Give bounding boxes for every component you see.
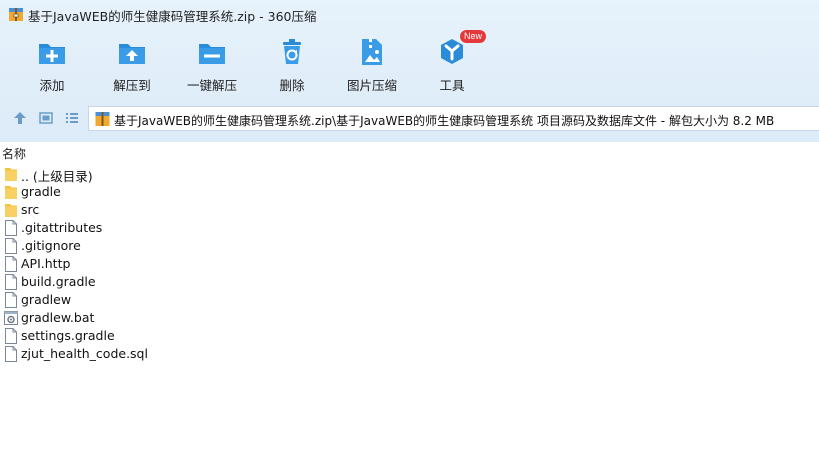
file-list-item[interactable]: gradle: [0, 183, 819, 201]
file-icon: [4, 328, 18, 344]
one-click-extract-icon: [196, 36, 228, 68]
file-list-item[interactable]: settings.gradle: [0, 327, 819, 345]
folder-icon: [4, 184, 18, 200]
tools-button[interactable]: New 工具: [412, 30, 492, 94]
folder-icon: [4, 166, 18, 182]
tools-label: 工具: [439, 78, 465, 93]
file-name: settings.gradle: [21, 328, 115, 343]
file-icon: [4, 346, 18, 362]
up-arrow-icon[interactable]: [12, 110, 28, 126]
file-list-item[interactable]: src: [0, 201, 819, 219]
extract-to-icon: [116, 36, 148, 68]
one-click-extract-button[interactable]: 一键解压: [172, 30, 252, 94]
list-view-icon[interactable]: [64, 110, 80, 126]
file-name: gradlew: [21, 292, 72, 307]
column-name-label: 名称: [2, 147, 27, 161]
file-name: gradle: [21, 184, 61, 199]
file-list-item[interactable]: build.gradle: [0, 273, 819, 291]
address-field[interactable]: 基于JavaWEB的师生健康码管理系统.zip\基于JavaWEB的师生健康码管…: [88, 106, 819, 131]
top-panel: 基于JavaWEB的师生健康码管理系统.zip - 360压缩 添加 解压到 一…: [0, 0, 819, 142]
add-icon: [36, 36, 68, 68]
window-title: 基于JavaWEB的师生健康码管理系统.zip - 360压缩: [28, 9, 317, 24]
extract-to-button[interactable]: 解压到: [92, 30, 172, 94]
file-list-item[interactable]: API.http: [0, 255, 819, 273]
file-list-item[interactable]: zjut_health_code.sql: [0, 345, 819, 363]
file-name: .gitattributes: [21, 220, 103, 235]
file-list-item[interactable]: gradlew: [0, 291, 819, 309]
file-name: gradlew.bat: [21, 310, 95, 325]
batch-file-icon: [4, 310, 18, 326]
file-icon: [4, 220, 18, 236]
file-icon: [4, 292, 18, 308]
file-name: build.gradle: [21, 274, 96, 289]
file-name: src: [21, 202, 40, 217]
add-button[interactable]: 添加: [12, 30, 92, 94]
title-bar: 基于JavaWEB的师生健康码管理系统.zip - 360压缩: [0, 0, 819, 28]
file-list-item[interactable]: gradlew.bat: [0, 309, 819, 327]
file-list-item[interactable]: .gitignore: [0, 237, 819, 255]
file-icon: [4, 238, 18, 254]
image-compress-button[interactable]: 图片压缩: [332, 30, 412, 94]
image-compress-icon: [356, 36, 388, 68]
address-path: 基于JavaWEB的师生健康码管理系统.zip\基于JavaWEB的师生健康码管…: [114, 114, 775, 128]
new-badge: New: [460, 30, 487, 43]
toolbar: 添加 解压到 一键解压 删除 图片压缩 New 工具: [0, 30, 819, 94]
file-name: .gitignore: [21, 238, 81, 253]
delete-label: 删除: [279, 78, 305, 93]
file-list-item[interactable]: .gitattributes: [0, 219, 819, 237]
file-icon: [4, 274, 18, 290]
add-label: 添加: [39, 78, 65, 93]
file-name: zjut_health_code.sql: [21, 346, 148, 361]
archive-file-icon: [95, 111, 110, 127]
one-click-extract-label: 一键解压: [186, 78, 237, 93]
file-icon: [4, 256, 18, 272]
thumbnail-view-icon[interactable]: [38, 110, 54, 126]
archive-app-icon: [8, 6, 24, 22]
folder-icon: [4, 202, 18, 218]
delete-button[interactable]: 删除: [252, 30, 332, 94]
extract-to-label: 解压到: [113, 78, 151, 93]
file-list-item[interactable]: .. (上级目录): [0, 165, 819, 184]
column-header[interactable]: 名称: [0, 144, 819, 162]
file-list: .. (上级目录) gradle src .gitattributes .gitigno…: [0, 165, 819, 363]
image-compress-label: 图片压缩: [346, 78, 397, 93]
file-name: API.http: [21, 256, 71, 271]
address-bar: 基于JavaWEB的师生健康码管理系统.zip\基于JavaWEB的师生健康码管…: [0, 104, 819, 132]
delete-icon: [276, 36, 308, 68]
